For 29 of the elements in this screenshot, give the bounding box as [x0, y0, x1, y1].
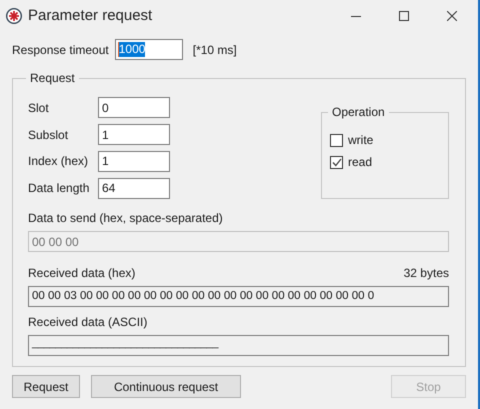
field-label: Slot	[28, 100, 50, 115]
action-button[interactable]: Continuous request	[91, 375, 241, 398]
field-label: Data to send (hex, space-separated)	[28, 211, 223, 225]
input-field[interactable]: 1	[98, 124, 170, 146]
maximize-icon	[399, 10, 409, 20]
output-field[interactable]: ________________________________	[28, 335, 449, 356]
checkbox-label: write	[348, 133, 374, 147]
field-label: Received data (hex)	[28, 266, 136, 280]
checkbox-label: read	[348, 155, 372, 169]
byte-count: 32 bytes	[404, 266, 449, 280]
group-title: Operation	[331, 105, 386, 119]
app-icon	[6, 8, 22, 24]
output-field[interactable]: 00 00 03 00 00 00 00 00 00 00 00 00 00 00 00 00 00 00 00 00 00 0	[28, 286, 449, 307]
field-label: Subslot	[28, 128, 70, 142]
input-field[interactable]: 1	[98, 150, 170, 172]
input-field[interactable]: 0	[98, 97, 170, 118]
input-field[interactable]: 64	[98, 178, 170, 199]
timeout-field[interactable]: 1000	[114, 39, 183, 60]
field-label: Index (hex)	[28, 154, 90, 168]
field-label: Received data (ASCII)	[28, 315, 148, 329]
window-title: Parameter request	[28, 7, 154, 24]
close-icon	[447, 10, 457, 20]
group-title: Request	[29, 71, 76, 85]
checkbox[interactable]	[330, 134, 343, 146]
field-label: Data length	[28, 181, 90, 196]
timeout-label: Response timeout	[12, 42, 109, 56]
unit-label: [*10 ms]	[192, 42, 237, 56]
action-button[interactable]: Request	[12, 375, 80, 398]
checkbox[interactable]	[330, 156, 343, 168]
